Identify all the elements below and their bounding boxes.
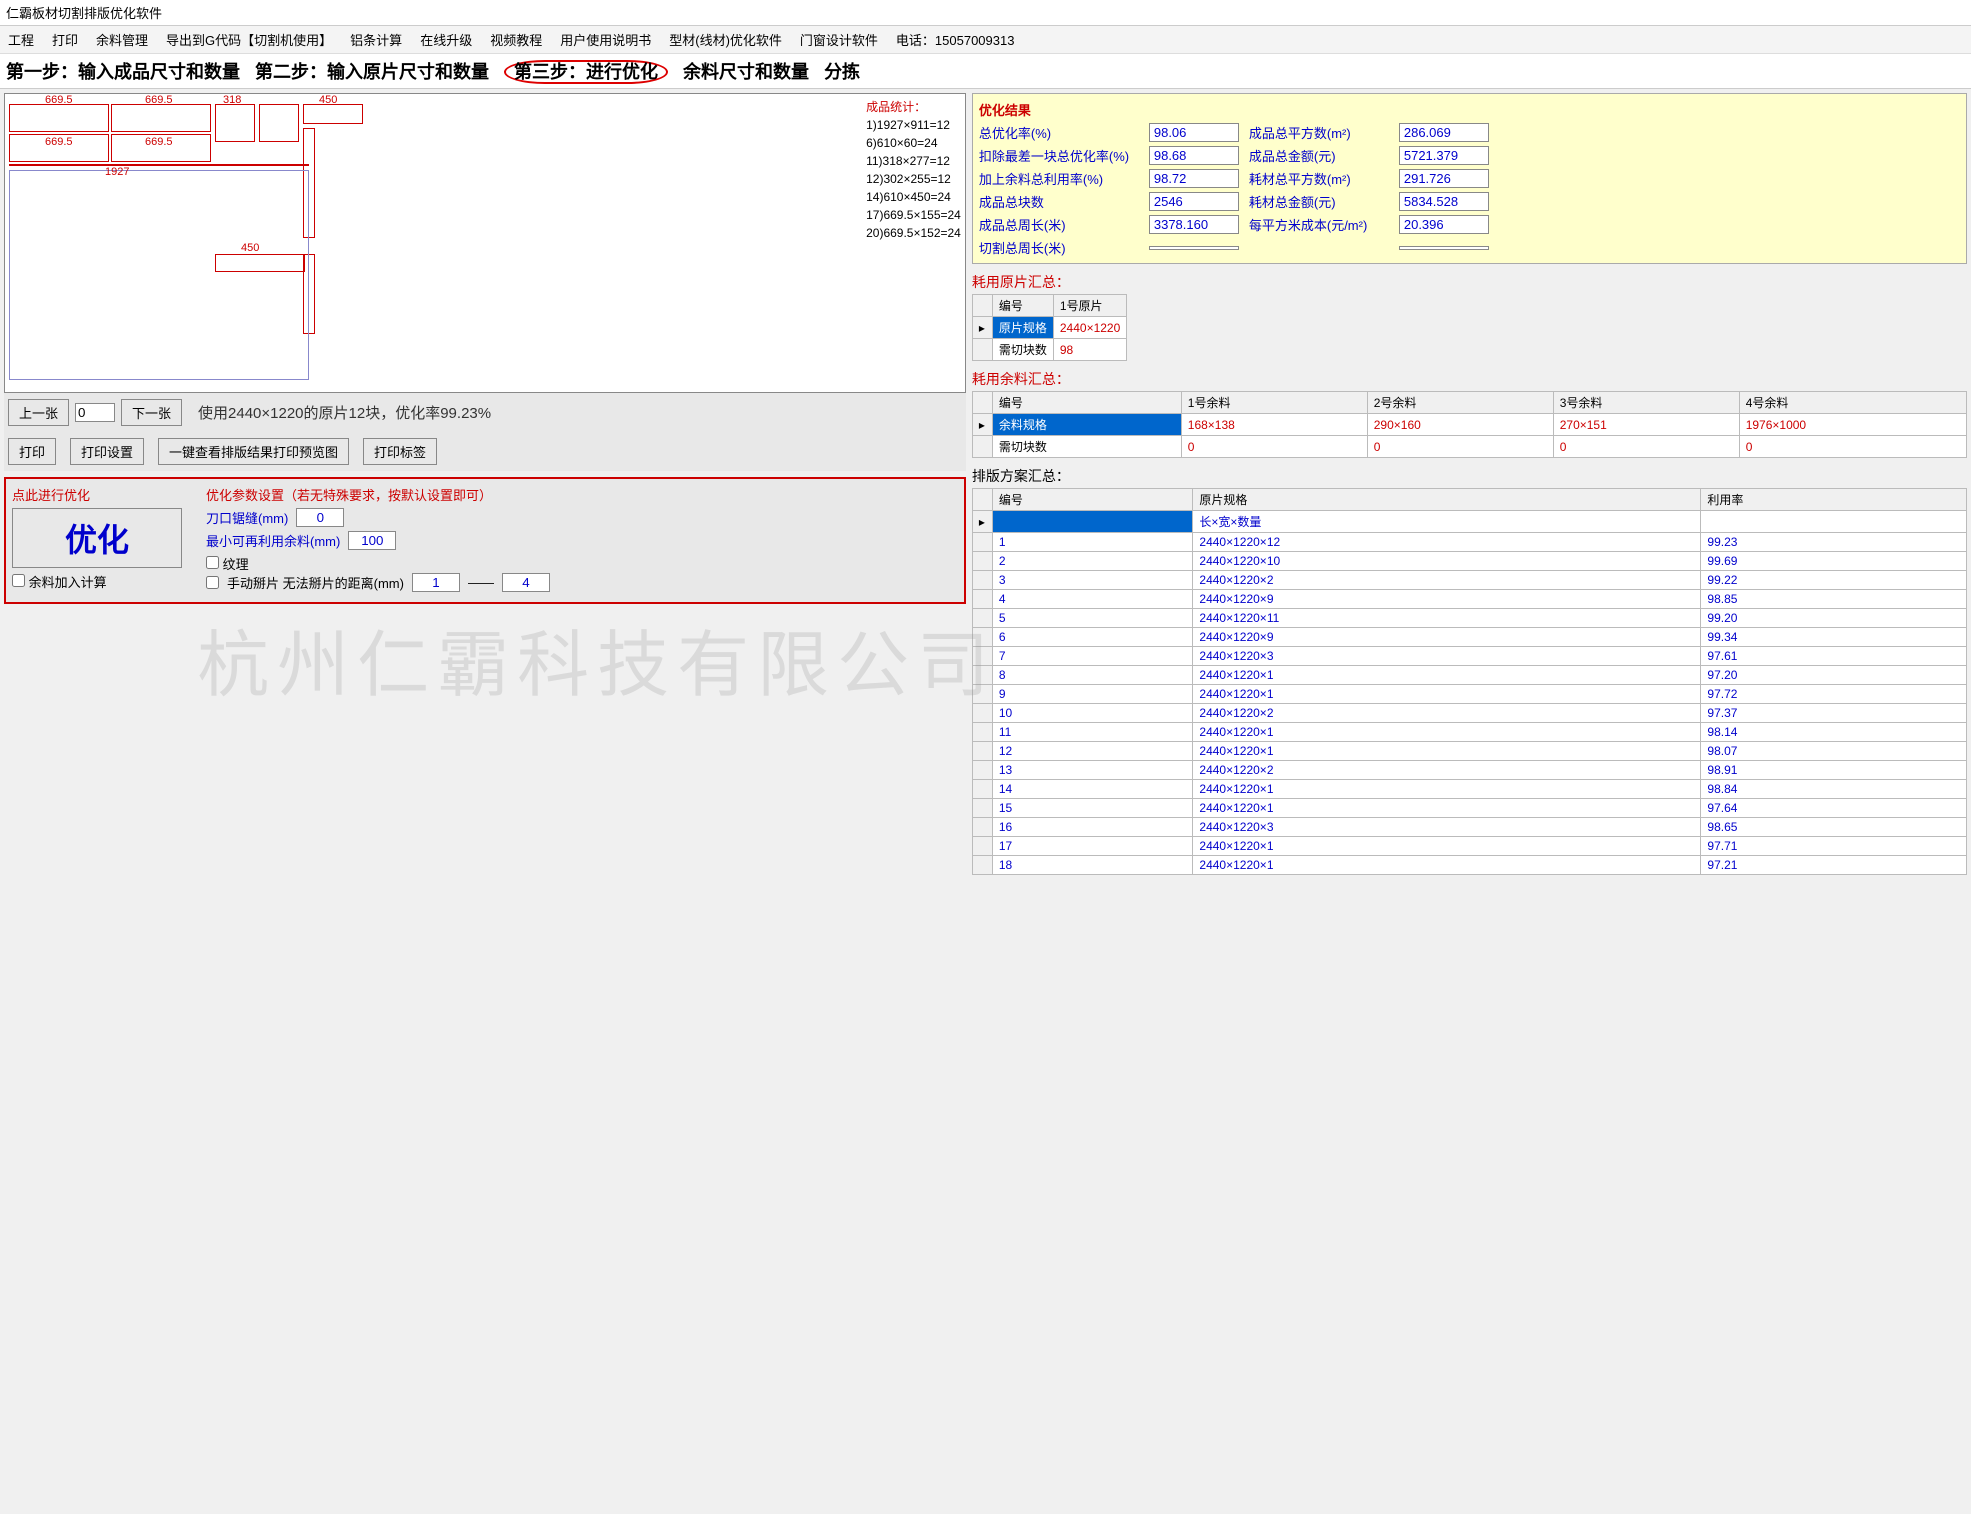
opt-params-header: 优化参数设置（若无特殊要求，按默认设置即可） — [206, 485, 958, 504]
table-row[interactable]: 102440×1220×297.37 — [972, 704, 1966, 723]
table-row[interactable]: 122440×1220×198.07 — [972, 742, 1966, 761]
manual-break-label: 手动掰片 无法掰片的距离(mm) — [227, 573, 404, 592]
menu-item[interactable]: 在线升级 — [420, 33, 472, 48]
scrap-summary-header: 耗用余料汇总： — [972, 369, 1967, 389]
step-bar: 第一步：输入成品尺寸和数量 第二步：输入原片尺寸和数量 第三步：进行优化 余料尺… — [0, 54, 1971, 89]
menu-item[interactable]: 电话：15057009313 — [896, 33, 1015, 48]
table-row[interactable]: 132440×1220×298.91 — [972, 761, 1966, 780]
table-row[interactable]: 152440×1220×197.64 — [972, 799, 1966, 818]
step-4[interactable]: 余料尺寸和数量 — [683, 62, 809, 82]
sheet-index-input[interactable] — [75, 403, 115, 422]
manual-dist-2-input[interactable] — [502, 573, 550, 592]
menu-item[interactable]: 余料管理 — [96, 33, 148, 48]
table-row[interactable]: 22440×1220×1099.69 — [972, 552, 1966, 571]
table-row[interactable]: 182440×1220×197.21 — [972, 856, 1966, 875]
step-3[interactable]: 第三步：进行优化 — [504, 60, 668, 84]
table-row[interactable]: 42440×1220×998.85 — [972, 590, 1966, 609]
menu-item[interactable]: 打印 — [52, 33, 78, 48]
table-row[interactable]: 162440×1220×398.65 — [972, 818, 1966, 837]
sheet-status: 使用2440×1220的原片12块，优化率99.23% — [198, 402, 491, 423]
prev-sheet-button[interactable]: 上一张 — [8, 399, 69, 426]
results-panel: 优化结果 总优化率(%)98.06成品总平方数(m²)286.069扣除最差一块… — [972, 93, 1967, 264]
menu-item[interactable]: 门窗设计软件 — [800, 33, 878, 48]
kerf-label: 刀口锯缝(mm) — [206, 508, 288, 527]
min-scrap-label: 最小可再利用余料(mm) — [206, 531, 340, 550]
menu-item[interactable]: 导出到G代码【切割机使用】 — [166, 33, 332, 48]
menu-item[interactable]: 型材(线材)优化软件 — [669, 33, 782, 48]
manual-break-checkbox[interactable] — [206, 576, 219, 589]
step-5[interactable]: 分拣 — [824, 62, 860, 82]
optimize-panel: 点此进行优化 优化 余料加入计算 优化参数设置（若无特殊要求，按默认设置即可） … — [4, 477, 966, 604]
step-1[interactable]: 第一步：输入成品尺寸和数量 — [6, 62, 240, 82]
manual-dist-1-input[interactable] — [412, 573, 460, 592]
table-row[interactable]: 142440×1220×198.84 — [972, 780, 1966, 799]
raw-summary-table[interactable]: 编号1号原片 ▸原片规格2440×1220 需切块数98 — [972, 294, 1127, 361]
action-button[interactable]: 打印 — [8, 438, 56, 465]
action-buttons: 打印打印设置一键查看排版结果打印预览图打印标签 — [4, 432, 966, 471]
action-button[interactable]: 一键查看排版结果打印预览图 — [158, 438, 349, 465]
table-row[interactable]: 12440×1220×1299.23 — [972, 533, 1966, 552]
scrap-summary-table[interactable]: 编号1号余料2号余料3号余料4号余料 ▸余料规格168×138290×16027… — [972, 391, 1967, 458]
action-button[interactable]: 打印标签 — [363, 438, 437, 465]
menu-item[interactable]: 工程 — [8, 33, 34, 48]
action-button[interactable]: 打印设置 — [70, 438, 144, 465]
piece-stats: 成品统计： 1)1927×911=126)610×60=2411)318×277… — [866, 98, 961, 242]
min-scrap-input[interactable] — [348, 531, 396, 550]
table-row[interactable]: 62440×1220×999.34 — [972, 628, 1966, 647]
menu-item[interactable]: 视频教程 — [490, 33, 542, 48]
app-title: 仁霸板材切割排版优化软件 — [6, 6, 162, 21]
plan-summary-table[interactable]: 编号原片规格利用率 ▸长×宽×数量 12440×1220×1299.232244… — [972, 488, 1967, 875]
grain-checkbox[interactable] — [206, 556, 219, 569]
next-sheet-button[interactable]: 下一张 — [121, 399, 182, 426]
menu-item[interactable]: 铝条计算 — [350, 33, 402, 48]
raw-summary-header: 耗用原片汇总： — [972, 272, 1967, 292]
table-row[interactable]: 112440×1220×198.14 — [972, 723, 1966, 742]
table-row[interactable]: 92440×1220×197.72 — [972, 685, 1966, 704]
menu-item[interactable]: 用户使用说明书 — [560, 33, 651, 48]
optimize-prompt: 点此进行优化 — [12, 485, 192, 504]
results-header: 优化结果 — [979, 100, 1960, 119]
table-row[interactable]: 172440×1220×197.71 — [972, 837, 1966, 856]
menu-bar: 工程 打印 余料管理 导出到G代码【切割机使用】 铝条计算 在线升级 视频教程 用户使用说明书… — [0, 26, 1971, 54]
nav-row: 上一张 下一张 使用2440×1220的原片12块，优化率99.23% — [4, 393, 966, 432]
table-row[interactable]: 72440×1220×397.61 — [972, 647, 1966, 666]
cutting-layout-preview: 669.5 669.5 669.5 669.5 1927 318 450 450… — [4, 93, 966, 393]
title-bar: 仁霸板材切割排版优化软件 — [0, 0, 1971, 26]
step-2[interactable]: 第二步：输入原片尺寸和数量 — [255, 62, 489, 82]
kerf-input[interactable] — [296, 508, 344, 527]
table-row[interactable]: 82440×1220×197.20 — [972, 666, 1966, 685]
table-row[interactable]: 52440×1220×1199.20 — [972, 609, 1966, 628]
plan-summary-header: 排版方案汇总： — [972, 466, 1967, 486]
optimize-button[interactable]: 优化 — [12, 508, 182, 568]
table-row[interactable]: 32440×1220×299.22 — [972, 571, 1966, 590]
scrap-include-checkbox[interactable] — [12, 574, 25, 587]
